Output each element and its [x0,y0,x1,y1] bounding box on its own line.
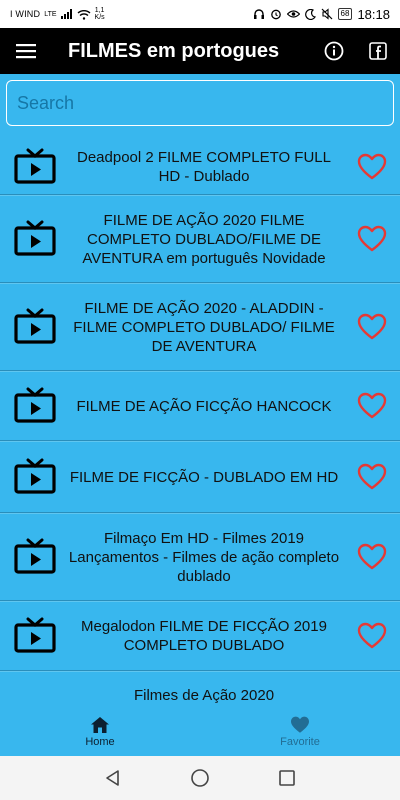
tv-icon [0,458,64,496]
movie-title: Megalodon FILME DE FICÇÃO 2019 COMPLETO … [81,618,327,654]
tv-icon [0,387,64,425]
favorite-button[interactable] [344,622,400,650]
back-triangle-icon [106,770,120,786]
menu-button[interactable] [0,28,52,74]
recents-square-icon [278,770,295,786]
favorite-button[interactable] [344,313,400,341]
heart-outline-icon [357,543,387,570]
heart-outline-icon [357,225,387,252]
hamburger-menu-icon [16,44,36,59]
list-item[interactable]: FILME DE FICÇÃO - DUBLADO EM HD [0,441,400,513]
heart-filled-icon [291,716,309,733]
mute-icon [321,8,332,20]
facebook-button[interactable] [356,28,400,74]
tv-icon [0,308,64,346]
favorite-button[interactable] [344,392,400,420]
favorite-button[interactable] [344,153,400,181]
content-area: Deadpool 2 FILME COMPLETO FULL HD - Dubl… [0,74,400,708]
system-navigation-bar [0,756,400,800]
tab-home[interactable]: Home [0,708,200,756]
status-clock: 18:18 [357,6,390,22]
info-button[interactable] [312,28,356,74]
tv-icon [0,220,64,258]
headphones-icon [253,9,264,19]
heart-outline-icon [357,463,387,490]
tab-home-label: Home [85,736,115,748]
system-home-button[interactable] [185,763,215,793]
search-box[interactable] [6,80,394,126]
list-item[interactable]: FILME DE AÇÃO 2020 FILME COMPLETO DUBLAD… [0,195,400,283]
moon-icon [304,8,316,20]
movie-title: Filmes de Ação 2020 [133,687,275,704]
system-recents-button[interactable] [272,763,302,793]
favorite-button[interactable] [344,463,400,491]
wifi-icon [77,9,90,20]
list-item[interactable]: Deadpool 2 FILME COMPLETO FULL HD - Dubl… [0,140,400,195]
movie-list: Deadpool 2 FILME COMPLETO FULL HD - Dubl… [0,140,400,708]
system-back-button[interactable] [98,763,128,793]
home-icon [91,717,109,733]
list-item[interactable]: Megalodon FILME DE FICÇÃO 2019 COMPLETO … [0,601,400,671]
movie-title: Deadpool 2 FILME COMPLETO FULL HD - Dubl… [77,149,331,185]
info-icon [324,41,344,61]
net-speed: 1,1 K/s [94,7,105,21]
heart-outline-icon [357,392,387,419]
home-circle-icon [191,769,209,787]
favorite-button[interactable] [344,225,400,253]
carrier-label: I WIND [10,9,41,19]
alarm-icon [270,9,281,20]
tv-icon [0,148,64,186]
movie-title: FILME DE FICÇÃO - DUBLADO EM HD [69,468,339,486]
movie-title: Filmaço Em HD - Filmes 2019 Lançamentos … [68,529,340,585]
list-item[interactable]: FILME DE AÇÃO FICÇÃO HANCOCK [0,371,400,441]
bottom-navigation: Home Favorite [0,708,400,756]
facebook-icon [369,42,387,60]
tab-favorite-label: Favorite [280,736,320,748]
tv-icon [0,617,64,655]
list-item[interactable]: FILME DE AÇÃO 2020 - ALADDIN - FILME COM… [0,283,400,371]
movie-title: FILME DE AÇÃO FICÇÃO HANCOCK [76,397,332,415]
heart-outline-icon [357,153,387,180]
signal-icon [60,9,72,19]
list-item[interactable]: Filmes de Ação 2020 [0,671,400,708]
tv-icon [0,538,64,576]
app-title: FILMES em portogues [68,39,280,62]
heart-outline-icon [357,313,387,340]
status-bar: I WIND LTE 1,1 K/s 68 18:18 [0,0,400,28]
app-bar: FILMES em portogues [0,28,400,74]
network-type: LTE [44,10,57,18]
tab-favorite[interactable]: Favorite [200,708,400,756]
search-input[interactable] [17,92,393,114]
heart-outline-icon [357,622,387,649]
battery-indicator: 68 [337,8,353,20]
movie-title: FILME DE AÇÃO 2020 - ALADDIN - FILME COM… [73,299,335,355]
eye-icon [286,10,300,18]
list-item[interactable]: Filmaço Em HD - Filmes 2019 Lançamentos … [0,513,400,601]
favorite-button[interactable] [344,543,400,571]
movie-title: FILME DE AÇÃO 2020 FILME COMPLETO DUBLAD… [82,211,326,267]
